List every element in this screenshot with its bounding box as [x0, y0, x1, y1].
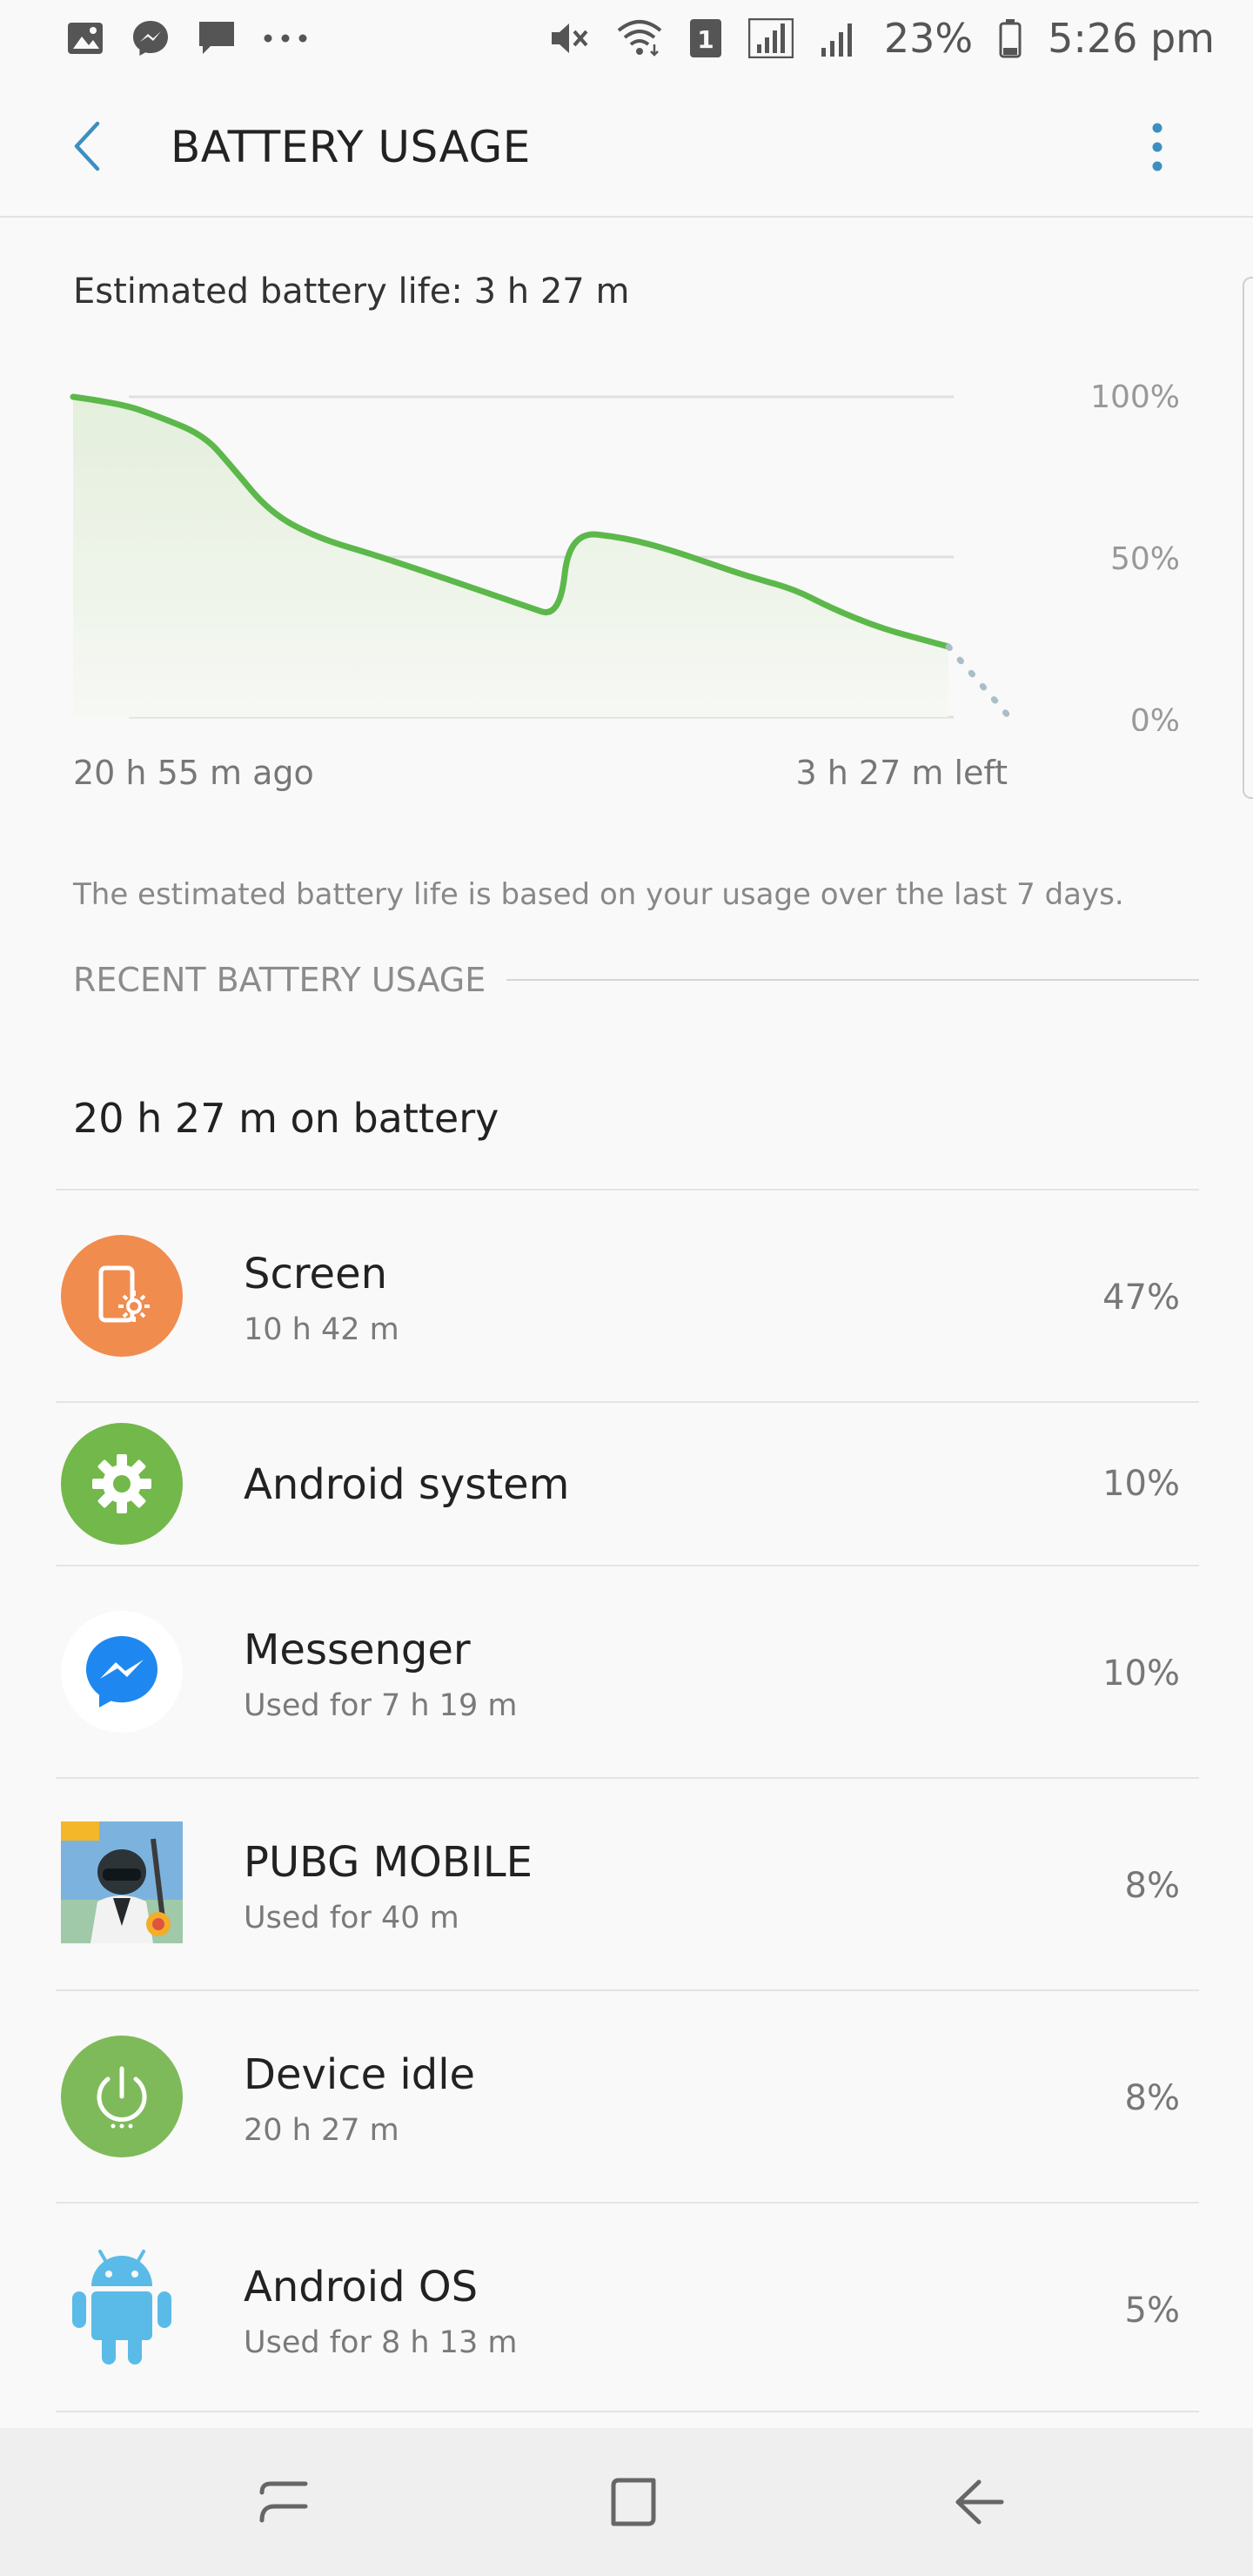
status-right: 1 23% 5:26 pm [548, 15, 1215, 62]
back-button[interactable] [61, 120, 113, 172]
item-name: Device idle [244, 2050, 476, 2099]
section-divider [506, 979, 1199, 981]
item-name: Screen [244, 1250, 388, 1298]
wifi-icon [616, 18, 663, 58]
list-item-messenger[interactable]: Messenger Used for 7 h 19 m 10% [0, 1566, 1253, 1777]
signal-icon [820, 18, 858, 58]
home-icon [611, 2478, 656, 2526]
screen-brightness-icon [61, 1235, 183, 1357]
item-sub: Used for 40 m [244, 1901, 459, 1935]
battery-graph: 100% 50% 0% [70, 379, 1180, 731]
list-item-pubg-mobile[interactable]: PUBG MOBILE Used for 40 m 8% [0, 1779, 1253, 1989]
divider [56, 2411, 1199, 2412]
android-icon [61, 2245, 183, 2367]
item-percent: 8% [1124, 2078, 1180, 2118]
item-sub: Used for 7 h 19 m [244, 1688, 518, 1723]
list-item-android-os[interactable]: Android OS Used for 8 h 13 m 5% [0, 2204, 1253, 2414]
back-nav-button[interactable] [945, 2467, 1015, 2537]
time-start-label: 20 h 55 m ago [73, 754, 314, 792]
back-icon [955, 2479, 1004, 2525]
estimate-note: The estimated battery life is based on y… [73, 877, 1124, 912]
mute-icon [548, 18, 590, 58]
time-end-label: 3 h 27 m left [795, 754, 1008, 792]
item-percent: 8% [1124, 1866, 1180, 1906]
status-bar: 1 23% 5:26 pm [0, 0, 1253, 77]
navigation-bar [0, 2428, 1253, 2576]
recents-button[interactable] [249, 2467, 318, 2537]
gallery-icon [66, 21, 104, 56]
item-name: Android OS [244, 2263, 479, 2311]
messenger-icon [61, 1611, 183, 1733]
more-options-button[interactable] [1140, 117, 1175, 178]
item-percent: 47% [1102, 1278, 1180, 1318]
battery-icon [999, 18, 1022, 58]
list-item-device-idle[interactable]: Device idle 20 h 27 m 8% [0, 1991, 1253, 2202]
estimated-battery-life: Estimated battery life: 3 h 27 m [73, 272, 630, 312]
more-dots-icon [263, 33, 308, 44]
item-name: PUBG MOBILE [244, 1838, 533, 1887]
more-vert-icon [1152, 123, 1163, 171]
section-header: RECENT BATTERY USAGE [73, 961, 1199, 999]
back-arrow-icon [74, 121, 100, 171]
signal-icon [747, 18, 794, 58]
section-title: RECENT BATTERY USAGE [73, 961, 486, 999]
item-sub: Used for 8 h 13 m [244, 2325, 518, 2360]
list-item-android-system[interactable]: Android system 10% [0, 1403, 1253, 1565]
item-percent: 10% [1102, 1654, 1180, 1694]
status-time: 5:26 pm [1048, 15, 1215, 62]
sim-badge: 1 [697, 25, 714, 54]
item-name: Android system [244, 1460, 570, 1509]
on-battery-time: 20 h 27 m on battery [73, 1095, 499, 1142]
gear-icon [61, 1423, 183, 1545]
y-tick-0: 0% [1130, 703, 1180, 731]
app-bar: BATTERY USAGE [0, 77, 1253, 218]
sim-icon: 1 [689, 18, 722, 58]
battery-percent: 23% [883, 15, 974, 62]
recents-icon [259, 2481, 308, 2523]
projected-line [945, 643, 1013, 721]
pubg-app-icon [61, 1821, 183, 1943]
messenger-icon [131, 18, 171, 58]
page-title: BATTERY USAGE [171, 122, 531, 172]
item-percent: 5% [1124, 2291, 1180, 2331]
y-tick-50: 50% [1110, 541, 1180, 577]
status-left [66, 18, 308, 58]
y-tick-100: 100% [1090, 379, 1180, 415]
power-icon [61, 2036, 183, 2157]
list-item-screen[interactable]: Screen 10 h 42 m 47% [0, 1191, 1253, 1401]
item-sub: 10 h 42 m [244, 1312, 399, 1347]
item-percent: 10% [1102, 1464, 1180, 1504]
chat-icon [197, 19, 237, 57]
item-name: Messenger [244, 1626, 471, 1674]
home-button[interactable] [597, 2467, 667, 2537]
item-sub: 20 h 27 m [244, 2113, 399, 2148]
